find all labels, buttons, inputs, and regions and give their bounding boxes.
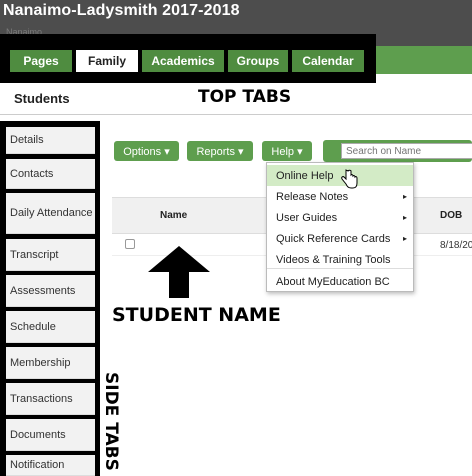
side-tab-daily-attendance[interactable]: Daily Attendance [6,193,95,234]
menu-item-label: Videos & Training Tools [276,253,391,266]
hand-cursor-icon [341,169,358,189]
tab-academics[interactable]: Academics [142,50,224,72]
row-checkbox[interactable] [125,239,135,249]
side-tab-schedule[interactable]: Schedule [6,311,95,343]
app-title: Nanaimo-Ladysmith 2017-2018 [3,2,240,19]
tab-family[interactable]: Family [76,50,138,72]
arrow-up-icon [148,246,210,298]
tab-calendar[interactable]: Calendar [292,50,364,72]
menu-item-label: About MyEducation BC [276,275,390,288]
menu-item-user-guides[interactable]: User Guides ▸ [267,207,413,228]
menu-item-label: Release Notes [276,190,349,203]
annotation-side-tabs: SIDE TABS [101,372,121,471]
menu-item-quick-reference-cards[interactable]: Quick Reference Cards ▸ [267,228,413,249]
side-tab-membership[interactable]: Membership [6,347,95,379]
submenu-arrow-icon: ▸ [402,192,407,201]
menu-item-label: User Guides [276,211,338,224]
annotation-student-name: STUDENT NAME [112,304,281,326]
page-title: Students [14,91,70,106]
submenu-arrow-icon: ▸ [402,213,407,222]
side-tab-assessments[interactable]: Assessments [6,275,95,307]
help-button[interactable]: Help ▾ [262,141,312,161]
menu-divider [267,268,413,269]
menu-item-label: Online Help [276,169,334,182]
side-tab-notification[interactable]: Notification [6,455,95,476]
menu-item-about-myeducation-bc[interactable]: About MyEducation BC [267,271,413,292]
search-input[interactable] [341,143,472,159]
column-header-name[interactable]: Name [160,210,187,221]
options-button[interactable]: Options ▾ [114,141,179,161]
tab-groups[interactable]: Groups [228,50,288,72]
side-tab-transactions[interactable]: Transactions [6,383,95,415]
menu-item-videos-training-tools[interactable]: Videos & Training Tools [267,249,413,270]
submenu-arrow-icon: ▸ [402,234,407,243]
annotation-top-tabs: TOP TABS [198,87,292,107]
row-dob-cell: 8/18/20 [440,240,472,251]
tab-pages[interactable]: Pages [10,50,72,72]
side-tab-transcript[interactable]: Transcript [6,239,95,271]
side-tab-contacts[interactable]: Contacts [6,159,95,189]
side-tab-documents[interactable]: Documents [6,419,95,451]
side-tab-details[interactable]: Details [6,127,95,154]
column-header-dob[interactable]: DOB [440,210,462,221]
menu-item-label: Quick Reference Cards [276,232,391,245]
search-box [323,140,472,162]
reports-button[interactable]: Reports ▾ [187,141,253,161]
